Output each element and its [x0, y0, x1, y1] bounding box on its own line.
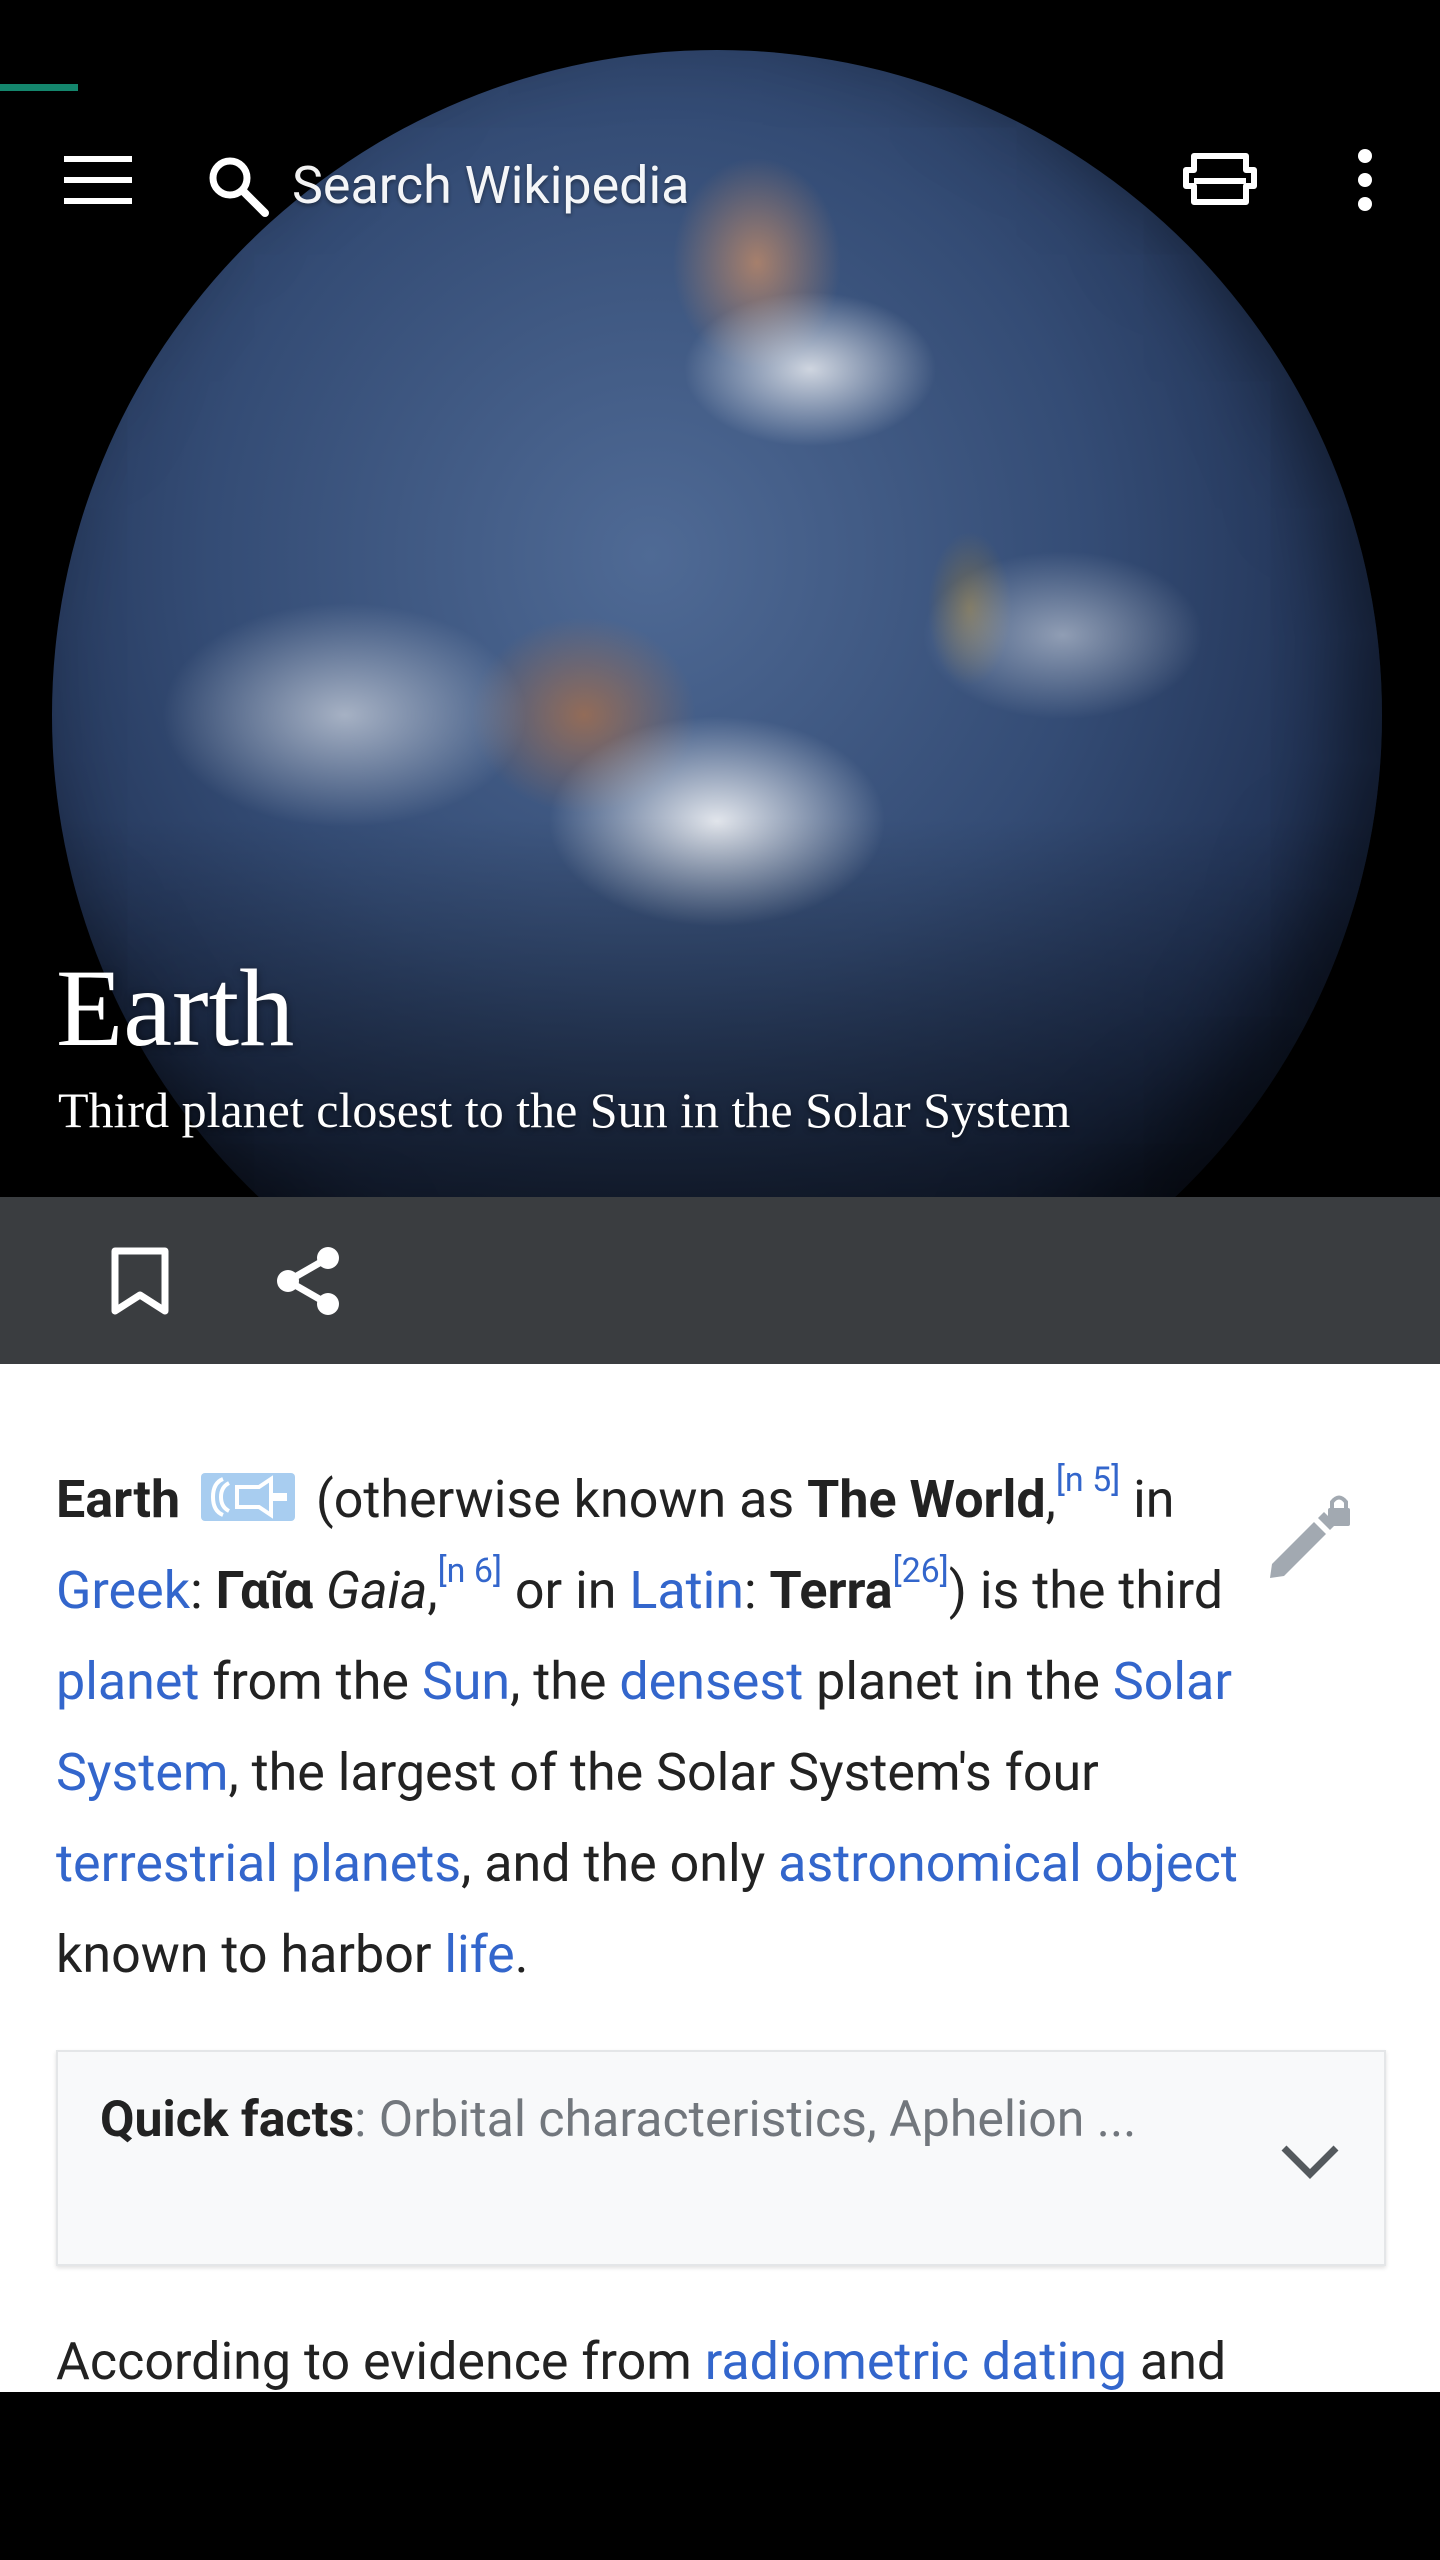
term-gaia-latin: Gaia [313, 1560, 428, 1621]
reference-26[interactable]: [26] [893, 1551, 949, 1591]
reference-n6[interactable]: [n 6] [438, 1551, 502, 1591]
search-button[interactable] [200, 148, 276, 224]
link-life[interactable]: life [444, 1924, 514, 1985]
lead-text-7: : [744, 1560, 770, 1621]
term-earth: Earth [56, 1469, 181, 1530]
edit-section-button[interactable] [1258, 1486, 1358, 1586]
quick-facts-box[interactable]: Quick facts: Orbital characteristics, Ap… [56, 2050, 1386, 2266]
lead-text-8: ) is the third [948, 1560, 1224, 1621]
link-latin[interactable]: Latin [629, 1560, 744, 1621]
lead-image-hero[interactable]: Search Wikipedia Earth Third planet clos… [0, 0, 1440, 1197]
reading-list-button[interactable] [1170, 140, 1270, 220]
link-planet[interactable]: planet [56, 1651, 199, 1712]
share-button[interactable] [262, 1233, 354, 1329]
body-text-2: and [1127, 2331, 1227, 2392]
reference-n5[interactable]: [n 5] [1056, 1460, 1120, 1500]
term-the-world: The World [807, 1469, 1046, 1530]
body-text-1: According to evidence from [56, 2331, 705, 2392]
lead-text-11: planet in the [803, 1651, 1113, 1712]
article-content: Earth (otherwise known as The World,[n 5… [0, 1364, 1440, 2392]
link-astronomical-object[interactable]: astronomical object [778, 1833, 1238, 1894]
lead-text-2: , [1045, 1469, 1056, 1530]
page-title: Earth [56, 947, 295, 1069]
search-icon [209, 157, 269, 217]
lead-text-12: , the largest of the Solar System's four [228, 1742, 1099, 1803]
quick-facts-summary: Quick facts: Orbital characteristics, Ap… [100, 2084, 1240, 2156]
page-description: Third planet closest to the Sun in the S… [58, 1082, 1071, 1138]
link-densest[interactable]: densest [619, 1651, 803, 1712]
link-terrestrial-planets[interactable]: terrestrial planets [56, 1833, 461, 1894]
lead-text-9: from the [199, 1651, 422, 1712]
quick-facts-label: Quick facts [100, 2091, 355, 2149]
lead-paragraph: Earth (otherwise known as The World,[n 5… [56, 1454, 1296, 2000]
lead-text-3: in [1120, 1469, 1175, 1530]
share-icon [277, 1247, 339, 1315]
bookmark-icon [111, 1247, 169, 1315]
edit-locked-icon [1270, 1495, 1350, 1578]
link-greek[interactable]: Greek [56, 1560, 190, 1621]
lead-text-6: or in [502, 1560, 630, 1621]
term-terra: Terra [769, 1560, 893, 1621]
term-gaia-greek: Γαῖα [215, 1560, 314, 1621]
search-input[interactable]: Search Wikipedia [292, 150, 852, 222]
expand-quick-facts[interactable] [1270, 2124, 1350, 2196]
tabs-icon [1183, 153, 1257, 205]
link-sun[interactable]: Sun [422, 1651, 510, 1712]
loading-progress-bar [0, 84, 78, 91]
article-action-bar [0, 1197, 1440, 1364]
save-button[interactable] [100, 1233, 180, 1329]
lead-text-4: : [190, 1560, 216, 1621]
lead-text-1: (otherwise known as [303, 1469, 808, 1530]
hamburger-menu-icon [64, 156, 132, 204]
lead-text-13: , and the only [461, 1833, 779, 1894]
chevron-down-icon [1281, 2145, 1339, 2179]
lead-text-10: , the [510, 1651, 620, 1712]
lead-text-5: , [427, 1560, 438, 1621]
more-vertical-icon [1358, 149, 1372, 211]
lead-text-15: . [514, 1924, 529, 1985]
lead-text-14: known to harbor [56, 1924, 445, 1985]
body-paragraph: According to evidence from radiometric d… [56, 2322, 1386, 2392]
quick-facts-items: : Orbital characteristics, Aphelion ... [354, 2091, 1137, 2149]
menu-button[interactable] [48, 140, 148, 220]
overflow-menu-button[interactable] [1320, 140, 1410, 220]
link-radiometric-dating[interactable]: radiometric dating [705, 2331, 1127, 2392]
system-navigation-bar [0, 2392, 1440, 2560]
audio-pronunciation-icon[interactable] [199, 1469, 297, 1525]
